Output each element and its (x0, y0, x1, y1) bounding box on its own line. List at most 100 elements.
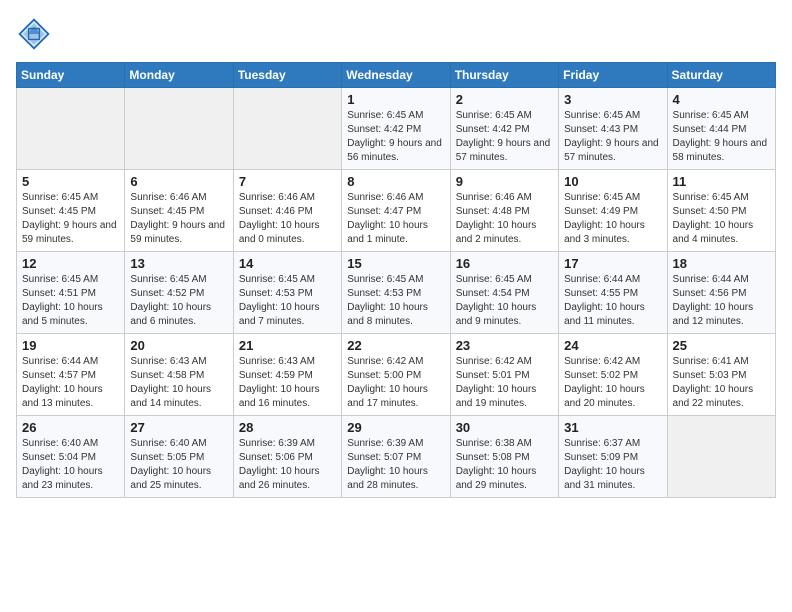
day-number: 6 (130, 174, 227, 189)
day-info: Sunrise: 6:45 AM Sunset: 4:45 PM Dayligh… (22, 191, 119, 247)
calendar-cell: 2 Sunrise: 6:45 AM Sunset: 4:42 PM Daylig… (450, 88, 558, 170)
day-info: Sunrise: 6:45 AM Sunset: 4:43 PM Dayligh… (564, 109, 661, 165)
day-info: Sunrise: 6:43 AM Sunset: 4:59 PM Dayligh… (239, 355, 336, 411)
weekday-header-row: SundayMondayTuesdayWednesdayThursdayFrid… (17, 63, 776, 88)
calendar-cell: 26 Sunrise: 6:40 AM Sunset: 5:04 PM Dayli… (17, 416, 125, 498)
calendar-cell: 1 Sunrise: 6:45 AM Sunset: 4:42 PM Daylig… (342, 88, 450, 170)
calendar-cell (233, 88, 341, 170)
calendar-week-row: 5 Sunrise: 6:45 AM Sunset: 4:45 PM Daylig… (17, 170, 776, 252)
day-info: Sunrise: 6:37 AM Sunset: 5:09 PM Dayligh… (564, 437, 661, 493)
weekday-header: Friday (559, 63, 667, 88)
calendar-table: SundayMondayTuesdayWednesdayThursdayFrid… (16, 62, 776, 498)
page-header (16, 16, 776, 52)
calendar-cell: 8 Sunrise: 6:46 AM Sunset: 4:47 PM Daylig… (342, 170, 450, 252)
day-info: Sunrise: 6:42 AM Sunset: 5:02 PM Dayligh… (564, 355, 661, 411)
calendar-cell: 4Sunrise: 6:45 AM Sunset: 4:44 PM Daylig… (667, 88, 775, 170)
calendar-cell: 29 Sunrise: 6:39 AM Sunset: 5:07 PM Dayli… (342, 416, 450, 498)
day-number: 15 (347, 256, 444, 271)
calendar-cell: 16 Sunrise: 6:45 AM Sunset: 4:54 PM Dayli… (450, 252, 558, 334)
day-number: 22 (347, 338, 444, 353)
calendar-cell: 7 Sunrise: 6:46 AM Sunset: 4:46 PM Daylig… (233, 170, 341, 252)
day-number: 2 (456, 92, 553, 107)
day-info: Sunrise: 6:45 AM Sunset: 4:42 PM Dayligh… (347, 109, 444, 165)
calendar-cell: 10 Sunrise: 6:45 AM Sunset: 4:49 PM Dayli… (559, 170, 667, 252)
calendar-cell: 15 Sunrise: 6:45 AM Sunset: 4:53 PM Dayli… (342, 252, 450, 334)
calendar-cell: 14Sunrise: 6:45 AM Sunset: 4:53 PM Dayli… (233, 252, 341, 334)
calendar-cell: 12Sunrise: 6:45 AM Sunset: 4:51 PM Dayli… (17, 252, 125, 334)
day-number: 9 (456, 174, 553, 189)
day-info: Sunrise: 6:44 AM Sunset: 4:55 PM Dayligh… (564, 273, 661, 329)
day-number: 3 (564, 92, 661, 107)
day-number: 18 (673, 256, 770, 271)
day-info: Sunrise: 6:39 AM Sunset: 5:07 PM Dayligh… (347, 437, 444, 493)
calendar-cell: 3 Sunrise: 6:45 AM Sunset: 4:43 PM Daylig… (559, 88, 667, 170)
day-info: Sunrise: 6:38 AM Sunset: 5:08 PM Dayligh… (456, 437, 553, 493)
day-number: 14 (239, 256, 336, 271)
day-info: Sunrise: 6:46 AM Sunset: 4:45 PM Dayligh… (130, 191, 227, 247)
calendar-cell: 13 Sunrise: 6:45 AM Sunset: 4:52 PM Dayli… (125, 252, 233, 334)
weekday-header: Sunday (17, 63, 125, 88)
logo-icon (16, 16, 52, 52)
day-number: 23 (456, 338, 553, 353)
weekday-header: Saturday (667, 63, 775, 88)
calendar-week-row: 19 Sunrise: 6:44 AM Sunset: 4:57 PM Dayli… (17, 334, 776, 416)
day-info: Sunrise: 6:45 AM Sunset: 4:54 PM Dayligh… (456, 273, 553, 329)
day-info: Sunrise: 6:43 AM Sunset: 4:58 PM Dayligh… (130, 355, 227, 411)
day-info: Sunrise: 6:45 AM Sunset: 4:42 PM Dayligh… (456, 109, 553, 165)
weekday-header: Thursday (450, 63, 558, 88)
day-number: 10 (564, 174, 661, 189)
day-info: Sunrise: 6:45 AM Sunset: 4:53 PM Dayligh… (347, 273, 444, 329)
day-info: Sunrise: 6:40 AM Sunset: 5:04 PM Dayligh… (22, 437, 119, 493)
calendar-week-row: 26 Sunrise: 6:40 AM Sunset: 5:04 PM Dayli… (17, 416, 776, 498)
day-info: Sunrise: 6:40 AM Sunset: 5:05 PM Dayligh… (130, 437, 227, 493)
day-number: 4 (673, 92, 770, 107)
day-number: 19 (22, 338, 119, 353)
calendar-cell: 17 Sunrise: 6:44 AM Sunset: 4:55 PM Dayli… (559, 252, 667, 334)
weekday-header: Wednesday (342, 63, 450, 88)
calendar-cell: 22 Sunrise: 6:42 AM Sunset: 5:00 PM Dayli… (342, 334, 450, 416)
calendar-week-row: 1 Sunrise: 6:45 AM Sunset: 4:42 PM Daylig… (17, 88, 776, 170)
day-info: Sunrise: 6:46 AM Sunset: 4:47 PM Dayligh… (347, 191, 444, 247)
day-info: Sunrise: 6:42 AM Sunset: 5:00 PM Dayligh… (347, 355, 444, 411)
day-info: Sunrise: 6:45 AM Sunset: 4:49 PM Dayligh… (564, 191, 661, 247)
day-info: Sunrise: 6:45 AM Sunset: 4:52 PM Dayligh… (130, 273, 227, 329)
day-info: Sunrise: 6:45 AM Sunset: 4:50 PM Dayligh… (673, 191, 770, 247)
calendar-cell: 20 Sunrise: 6:43 AM Sunset: 4:58 PM Dayli… (125, 334, 233, 416)
day-info: Sunrise: 6:42 AM Sunset: 5:01 PM Dayligh… (456, 355, 553, 411)
calendar-cell: 27 Sunrise: 6:40 AM Sunset: 5:05 PM Dayli… (125, 416, 233, 498)
day-number: 1 (347, 92, 444, 107)
calendar-week-row: 12Sunrise: 6:45 AM Sunset: 4:51 PM Dayli… (17, 252, 776, 334)
calendar-cell: 24 Sunrise: 6:42 AM Sunset: 5:02 PM Dayli… (559, 334, 667, 416)
calendar-cell: 31Sunrise: 6:37 AM Sunset: 5:09 PM Dayli… (559, 416, 667, 498)
day-number: 26 (22, 420, 119, 435)
calendar-cell: 19 Sunrise: 6:44 AM Sunset: 4:57 PM Dayli… (17, 334, 125, 416)
day-number: 17 (564, 256, 661, 271)
logo (16, 16, 56, 52)
day-number: 8 (347, 174, 444, 189)
day-number: 20 (130, 338, 227, 353)
calendar-cell: 11 Sunrise: 6:45 AM Sunset: 4:50 PM Dayli… (667, 170, 775, 252)
calendar-cell: 5 Sunrise: 6:45 AM Sunset: 4:45 PM Daylig… (17, 170, 125, 252)
day-number: 29 (347, 420, 444, 435)
calendar-cell: 30 Sunrise: 6:38 AM Sunset: 5:08 PM Dayli… (450, 416, 558, 498)
day-number: 13 (130, 256, 227, 271)
day-number: 5 (22, 174, 119, 189)
day-number: 7 (239, 174, 336, 189)
calendar-cell: 23 Sunrise: 6:42 AM Sunset: 5:01 PM Dayli… (450, 334, 558, 416)
calendar-cell (667, 416, 775, 498)
day-number: 30 (456, 420, 553, 435)
calendar-cell: 21 Sunrise: 6:43 AM Sunset: 4:59 PM Dayli… (233, 334, 341, 416)
day-number: 24 (564, 338, 661, 353)
day-number: 27 (130, 420, 227, 435)
day-info: Sunrise: 6:44 AM Sunset: 4:57 PM Dayligh… (22, 355, 119, 411)
weekday-header: Tuesday (233, 63, 341, 88)
day-number: 21 (239, 338, 336, 353)
calendar-cell (17, 88, 125, 170)
day-number: 11 (673, 174, 770, 189)
calendar-cell: 6 Sunrise: 6:46 AM Sunset: 4:45 PM Daylig… (125, 170, 233, 252)
weekday-header: Monday (125, 63, 233, 88)
calendar-cell: 25Sunrise: 6:41 AM Sunset: 5:03 PM Dayli… (667, 334, 775, 416)
day-number: 12 (22, 256, 119, 271)
day-info: Sunrise: 6:46 AM Sunset: 4:46 PM Dayligh… (239, 191, 336, 247)
day-number: 16 (456, 256, 553, 271)
